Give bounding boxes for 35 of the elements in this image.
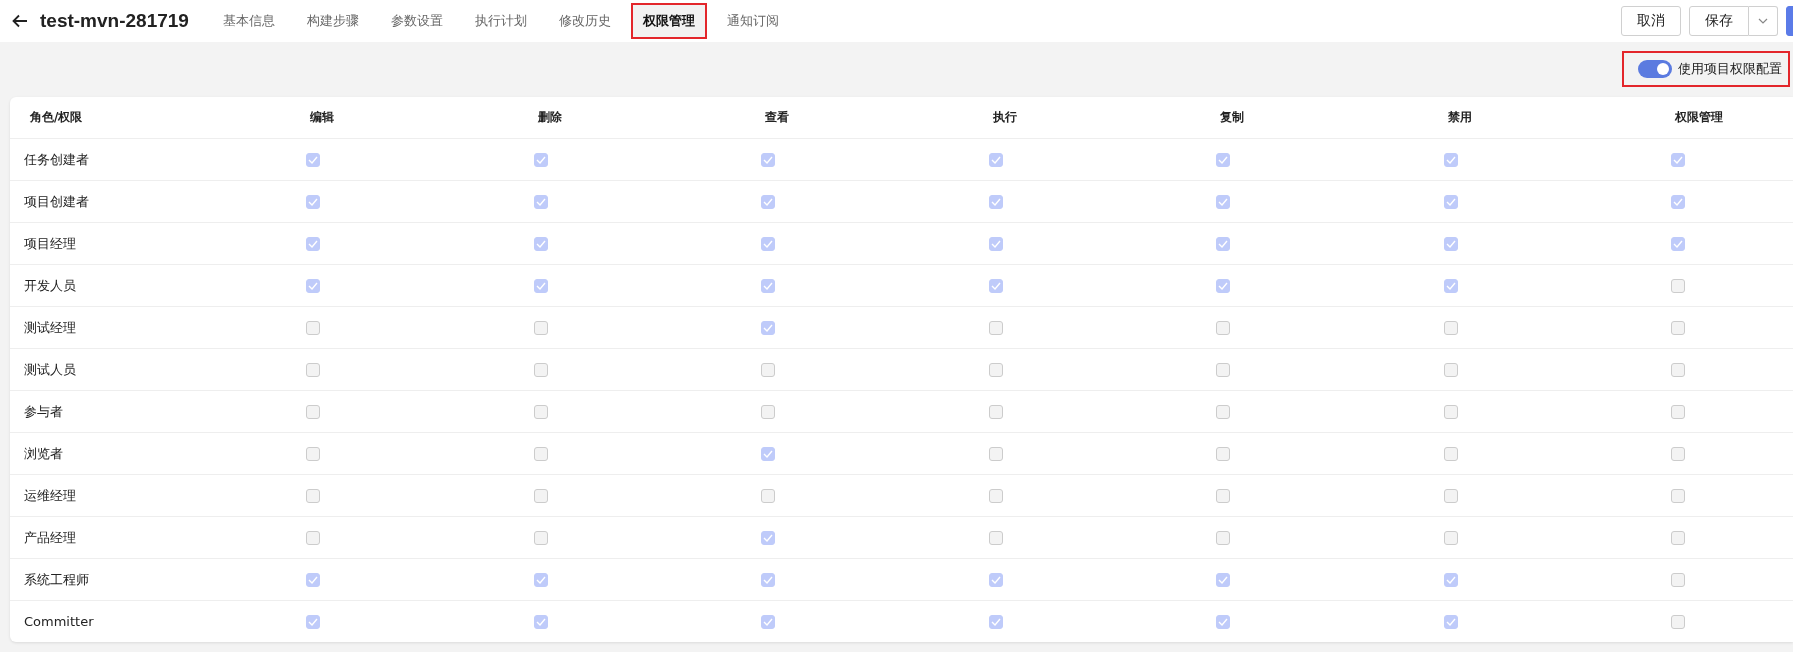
tab[interactable]: 构建步骤: [294, 3, 371, 39]
tab[interactable]: 执行计划: [462, 3, 539, 39]
role-cell: 系统工程师: [10, 559, 306, 601]
save-button[interactable]: 保存: [1689, 6, 1749, 36]
column-header: 删除: [533, 97, 761, 139]
tab[interactable]: 修改历史: [546, 3, 623, 39]
column-header: 角色/权限: [10, 97, 306, 139]
column-header: 编辑: [306, 97, 534, 139]
back-button[interactable]: [10, 12, 30, 30]
role-cell: 测试人员: [10, 349, 306, 391]
column-header: 查看: [761, 97, 989, 139]
tab[interactable]: 通知订阅: [714, 3, 791, 39]
column-header: 复制: [1216, 97, 1444, 139]
column-header: 禁用: [1443, 97, 1671, 139]
toggle-switch[interactable]: 使用项目权限配置: [1622, 51, 1790, 87]
tab[interactable]: 参数设置: [378, 3, 455, 39]
role-cell: 产品经理: [10, 517, 306, 559]
back-arrow-icon: [12, 14, 28, 28]
tab[interactable]: 基本信息: [210, 3, 287, 39]
role-cell: 参与者: [10, 391, 306, 433]
role-cell: 项目创建者: [10, 181, 306, 223]
dropdown-button[interactable]: [1749, 6, 1778, 36]
role-cell: 测试经理: [10, 307, 306, 349]
column-header: 权限管理: [1671, 97, 1793, 139]
page-title: test-mvn-281719: [40, 10, 189, 32]
tab[interactable]: 权限管理: [630, 3, 707, 39]
role-cell: 任务创建者: [10, 139, 306, 181]
role-cell: 项目经理: [10, 223, 306, 265]
role-cell: Committer: [10, 601, 306, 642]
caret-icon: [1758, 18, 1768, 24]
role-cell: 开发人员: [10, 265, 306, 307]
role-cell: 运维经理: [10, 475, 306, 517]
column-header: 执行: [988, 97, 1216, 139]
cancel-button[interactable]: 取消: [1621, 6, 1681, 36]
role-cell: 浏览者: [10, 433, 306, 475]
